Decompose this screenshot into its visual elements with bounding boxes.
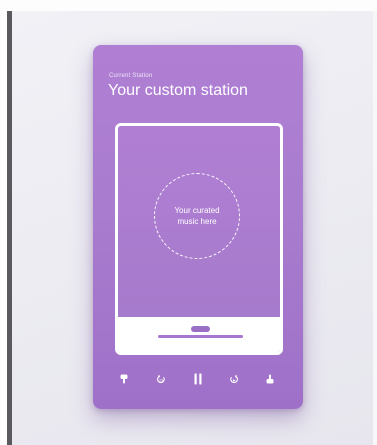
- pause-button[interactable]: [191, 372, 205, 386]
- thumbs-down-button[interactable]: [117, 372, 131, 386]
- placeholder-line-2: music here: [177, 217, 217, 226]
- skip-icon: [229, 375, 238, 384]
- current-station-label: Current Station: [109, 73, 153, 79]
- device-base: [118, 317, 280, 352]
- svg-text:15: 15: [159, 378, 163, 382]
- station-title: Your custom station: [108, 82, 248, 99]
- station-card: Current Station Your custom station Your…: [93, 45, 303, 409]
- skip-button[interactable]: [227, 372, 241, 386]
- playback-controls: 15: [93, 372, 303, 390]
- pause-icon: [194, 373, 202, 385]
- device-base-bar: [158, 335, 243, 338]
- rewind-button[interactable]: 15: [154, 372, 168, 386]
- thumbs-up-button[interactable]: [263, 372, 277, 386]
- rewind-icon: 15: [157, 375, 165, 384]
- thumbs-up-icon: [266, 374, 274, 384]
- music-placeholder-circle: Your curated music here: [154, 173, 240, 259]
- device-illustration: Your curated music here: [115, 123, 283, 355]
- device-screen: Your curated music here: [118, 126, 280, 317]
- placeholder-line-1: Your curated: [174, 206, 220, 215]
- device-home-button: [191, 326, 210, 332]
- music-placeholder-text: Your curated music here: [167, 205, 227, 227]
- thumbs-down-icon: [120, 374, 128, 384]
